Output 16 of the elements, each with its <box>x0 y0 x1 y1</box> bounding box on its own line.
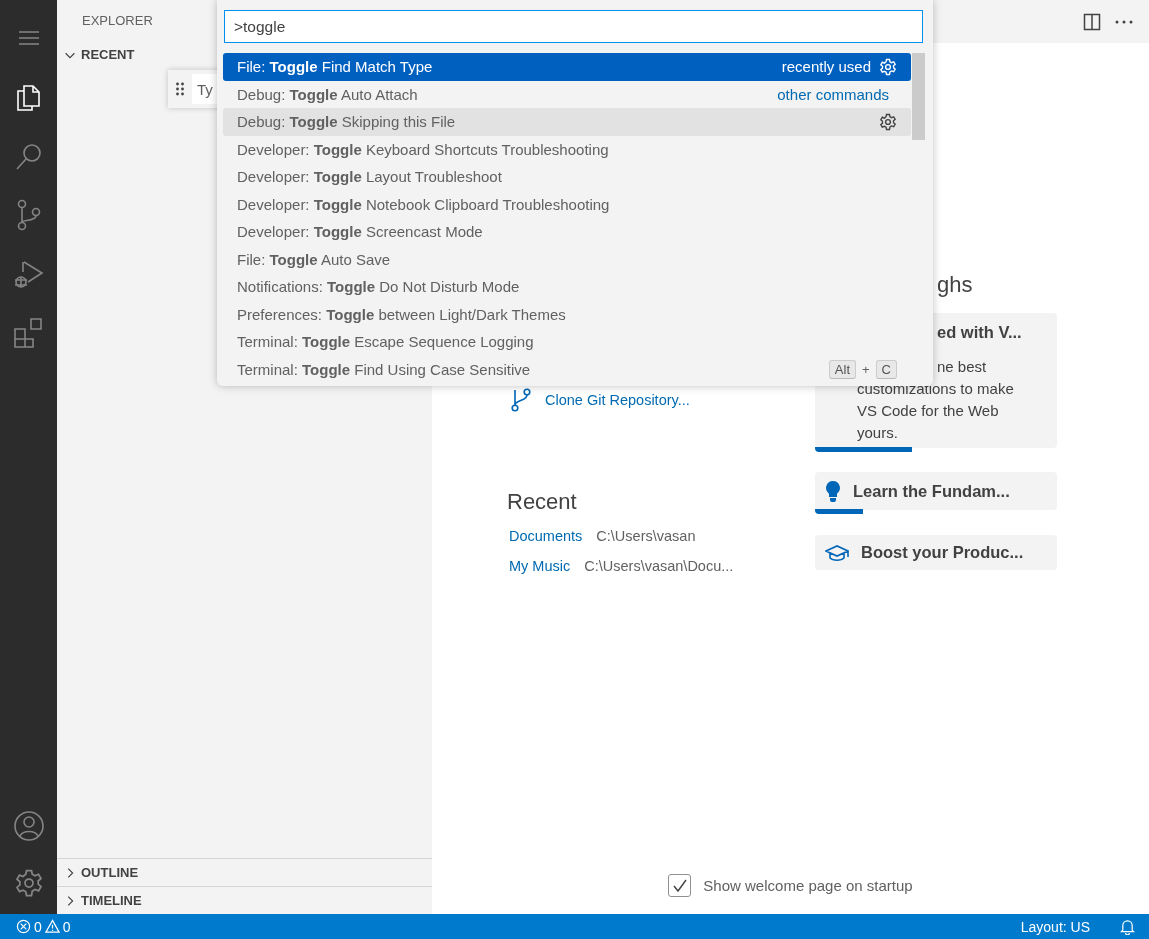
card-text: ne best <box>937 357 988 377</box>
card-title: ed with V... <box>937 323 1022 342</box>
card-title: Boost your Produc... <box>861 543 1024 562</box>
card-text: VS Code for the Web <box>857 401 1000 421</box>
key-joiner: + <box>862 361 870 377</box>
key-cap: Alt <box>828 359 856 379</box>
folder-path: C:\Users\vasan <box>596 528 696 544</box>
walkthroughs-heading: ghs <box>937 272 974 298</box>
card-text: yours. <box>857 423 899 443</box>
command-detail: recently used <box>781 58 871 76</box>
card-title: Learn the Fundam... <box>853 481 1010 501</box>
checkbox-label: Show welcome page on startup <box>703 876 913 896</box>
folder-path: C:\Users\vasan\Docu... <box>584 558 734 574</box>
sidebar-title: EXPLORER <box>82 12 153 30</box>
recent-heading: Recent <box>507 489 578 515</box>
key-cap: C <box>875 359 897 379</box>
